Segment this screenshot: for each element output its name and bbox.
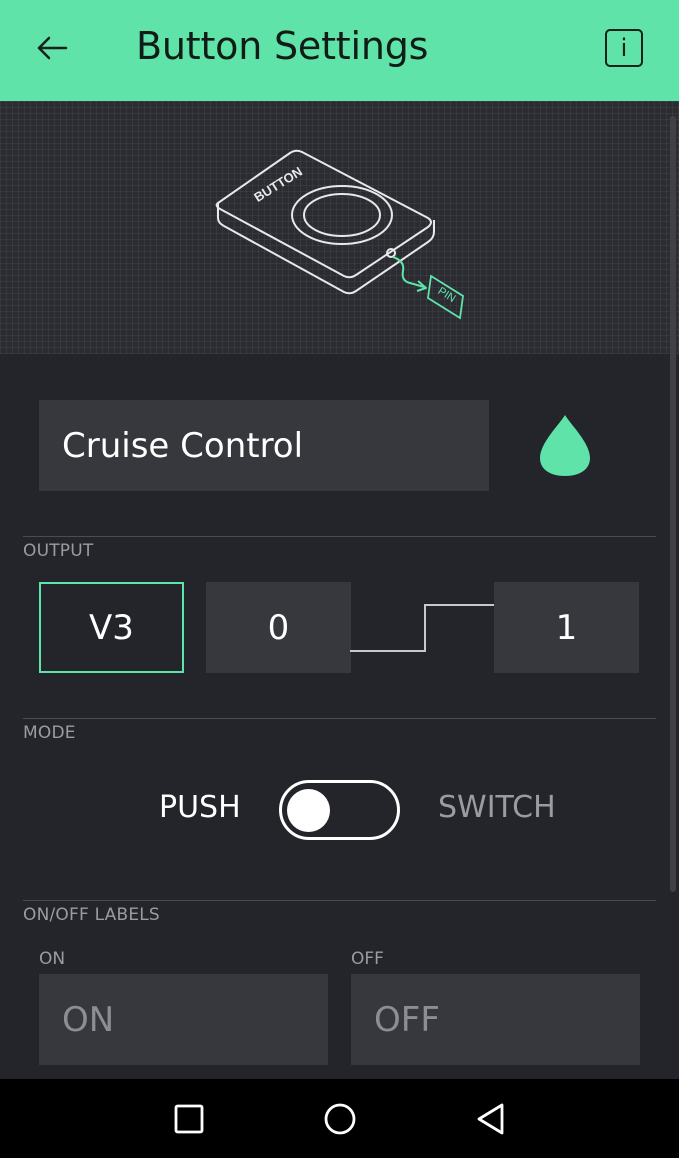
scrollbar[interactable] bbox=[670, 116, 676, 892]
home-icon bbox=[318, 1103, 362, 1145]
widget-name-input[interactable]: Cruise Control bbox=[39, 400, 489, 491]
mode-switch-label[interactable]: SWITCH bbox=[438, 790, 556, 825]
labels-section-title: ON/OFF LABELS bbox=[23, 905, 160, 925]
pin-value: V3 bbox=[89, 607, 134, 648]
back-nav-button[interactable] bbox=[469, 1097, 513, 1141]
arrow-left-icon bbox=[36, 36, 68, 64]
info-button[interactable]: i bbox=[605, 29, 643, 67]
widget-name-value: Cruise Control bbox=[62, 425, 304, 466]
off-label-input[interactable]: OFF bbox=[351, 974, 640, 1065]
back-triangle-icon bbox=[469, 1103, 513, 1145]
button-engraving: BUTTON bbox=[251, 164, 305, 205]
output-section-title: OUTPUT bbox=[23, 541, 94, 561]
button-settings-screen: Button Settings i BUTTON PIN Cruise Cont… bbox=[0, 0, 679, 1158]
signal-step-line bbox=[350, 604, 496, 652]
off-label-placeholder: OFF bbox=[374, 999, 440, 1040]
low-value: 0 bbox=[267, 607, 290, 648]
home-button[interactable] bbox=[318, 1097, 362, 1141]
on-label-caption: ON bbox=[39, 949, 66, 969]
mode-section-title: MODE bbox=[23, 723, 76, 743]
recent-apps-button[interactable] bbox=[167, 1097, 211, 1141]
high-value-input[interactable]: 1 bbox=[494, 582, 639, 673]
info-icon: i bbox=[620, 34, 628, 62]
back-button[interactable] bbox=[30, 30, 74, 70]
color-picker-button[interactable] bbox=[530, 408, 600, 488]
section-divider bbox=[23, 900, 656, 901]
droplet-icon bbox=[530, 415, 600, 492]
page-title: Button Settings bbox=[136, 24, 429, 68]
pin-select-button[interactable]: V3 bbox=[39, 582, 184, 673]
low-value-input[interactable]: 0 bbox=[206, 582, 351, 673]
section-divider bbox=[23, 718, 656, 719]
mode-toggle[interactable] bbox=[279, 780, 400, 840]
section-divider bbox=[23, 536, 656, 537]
on-label-placeholder: ON bbox=[62, 999, 115, 1040]
off-label-caption: OFF bbox=[351, 949, 384, 969]
button-device-illustration: BUTTON PIN bbox=[215, 149, 464, 320]
toggle-knob bbox=[287, 789, 330, 832]
mode-push-label[interactable]: PUSH bbox=[159, 790, 241, 825]
system-navigation-bar bbox=[0, 1079, 679, 1158]
high-value: 1 bbox=[555, 607, 578, 648]
app-header: Button Settings i bbox=[0, 0, 679, 101]
widget-illustration: BUTTON PIN bbox=[0, 101, 679, 354]
recent-apps-icon bbox=[167, 1104, 211, 1145]
on-label-input[interactable]: ON bbox=[39, 974, 328, 1065]
pin-tag-text: PIN bbox=[436, 285, 458, 305]
